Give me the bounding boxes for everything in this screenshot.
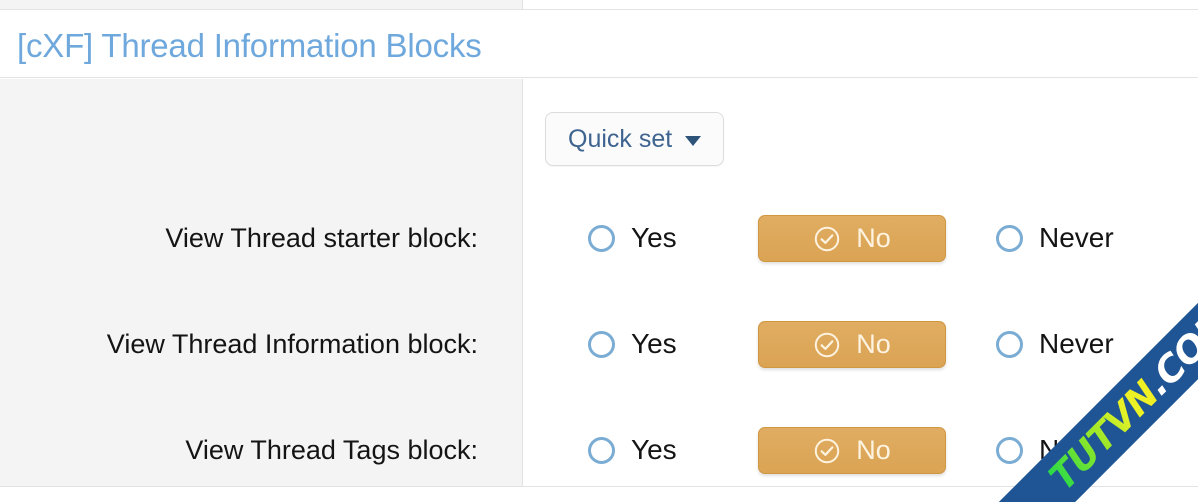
radio-option-never-label: Never xyxy=(1039,222,1114,253)
radio-circle-icon xyxy=(588,224,615,252)
radio-option-no-label: No xyxy=(856,223,891,253)
bottom-filler xyxy=(0,487,1198,502)
radio-option-yes[interactable]: Yes xyxy=(588,291,677,397)
row-options: Yes No Never xyxy=(523,291,1198,397)
settings-page: [cXF] Thread Information Blocks Quick se… xyxy=(0,0,1198,502)
quick-set-label: Quick set xyxy=(568,124,673,153)
quick-set-row: Quick set xyxy=(523,79,1198,185)
caret-down-icon xyxy=(685,135,702,146)
row-options: Yes No Never xyxy=(523,185,1198,291)
radio-option-no-selected[interactable]: No xyxy=(758,321,946,368)
table-row: View Thread Information block: Yes No Ne… xyxy=(0,291,1198,397)
radio-circle-icon xyxy=(996,330,1023,358)
settings-form: Quick set View Thread starter block: Yes… xyxy=(0,79,1198,486)
radio-option-no-selected[interactable]: No xyxy=(758,427,946,474)
check-circle-icon xyxy=(815,438,840,463)
check-circle-icon xyxy=(815,332,840,357)
radio-circle-icon xyxy=(588,330,615,358)
check-circle-icon xyxy=(815,226,840,251)
radio-option-never-label: Never xyxy=(1039,434,1114,465)
radio-circle-icon xyxy=(588,436,615,464)
row-label: View Thread starter block: xyxy=(165,222,478,253)
quick-set-button[interactable]: Quick set xyxy=(545,112,725,166)
previous-row-partial xyxy=(0,0,1198,10)
radio-option-yes-label: Yes xyxy=(631,434,677,465)
radio-option-no-label: No xyxy=(856,435,891,465)
radio-circle-icon xyxy=(996,436,1023,464)
radio-option-yes[interactable]: Yes xyxy=(588,185,677,291)
table-row: View Thread starter block: Yes No Never xyxy=(0,185,1198,291)
radio-option-never[interactable]: Never xyxy=(996,185,1114,291)
page-title: [cXF] Thread Information Blocks xyxy=(17,27,482,64)
radio-option-no-selected[interactable]: No xyxy=(758,215,946,262)
previous-row-label-cell xyxy=(0,0,523,9)
page-title-row: [cXF] Thread Information Blocks xyxy=(0,11,1198,78)
radio-option-never-label: Never xyxy=(1039,328,1114,359)
radio-option-never[interactable]: Never xyxy=(996,291,1114,397)
previous-row-value-cell xyxy=(523,0,1198,9)
row-label: View Thread Information block: xyxy=(106,328,478,359)
radio-option-yes-label: Yes xyxy=(631,328,677,359)
radio-option-yes-label: Yes xyxy=(631,222,677,253)
radio-circle-icon xyxy=(996,224,1023,252)
radio-option-no-label: No xyxy=(856,329,891,359)
title-column-divider xyxy=(523,11,524,77)
